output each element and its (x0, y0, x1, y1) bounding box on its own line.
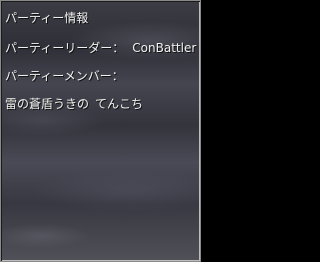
party-info-window: パーティー情報 パーティーリーダー： ConBattler パーティーメンバー： … (0, 0, 201, 262)
party-leader-row: パーティーリーダー： ConBattler (5, 41, 196, 55)
party-member: てんこち (95, 97, 144, 111)
party-members-list: 雷の蒼盾うきの てんこち (5, 97, 143, 111)
party-leader-label: パーティーリーダー： (5, 41, 125, 55)
party-members-label: パーティーメンバー： (5, 69, 124, 83)
party-leader-name: ConBattler (132, 41, 197, 55)
party-member: 雷の蒼盾うきの (5, 97, 90, 111)
party-info-title: パーティー情報 (5, 11, 89, 25)
